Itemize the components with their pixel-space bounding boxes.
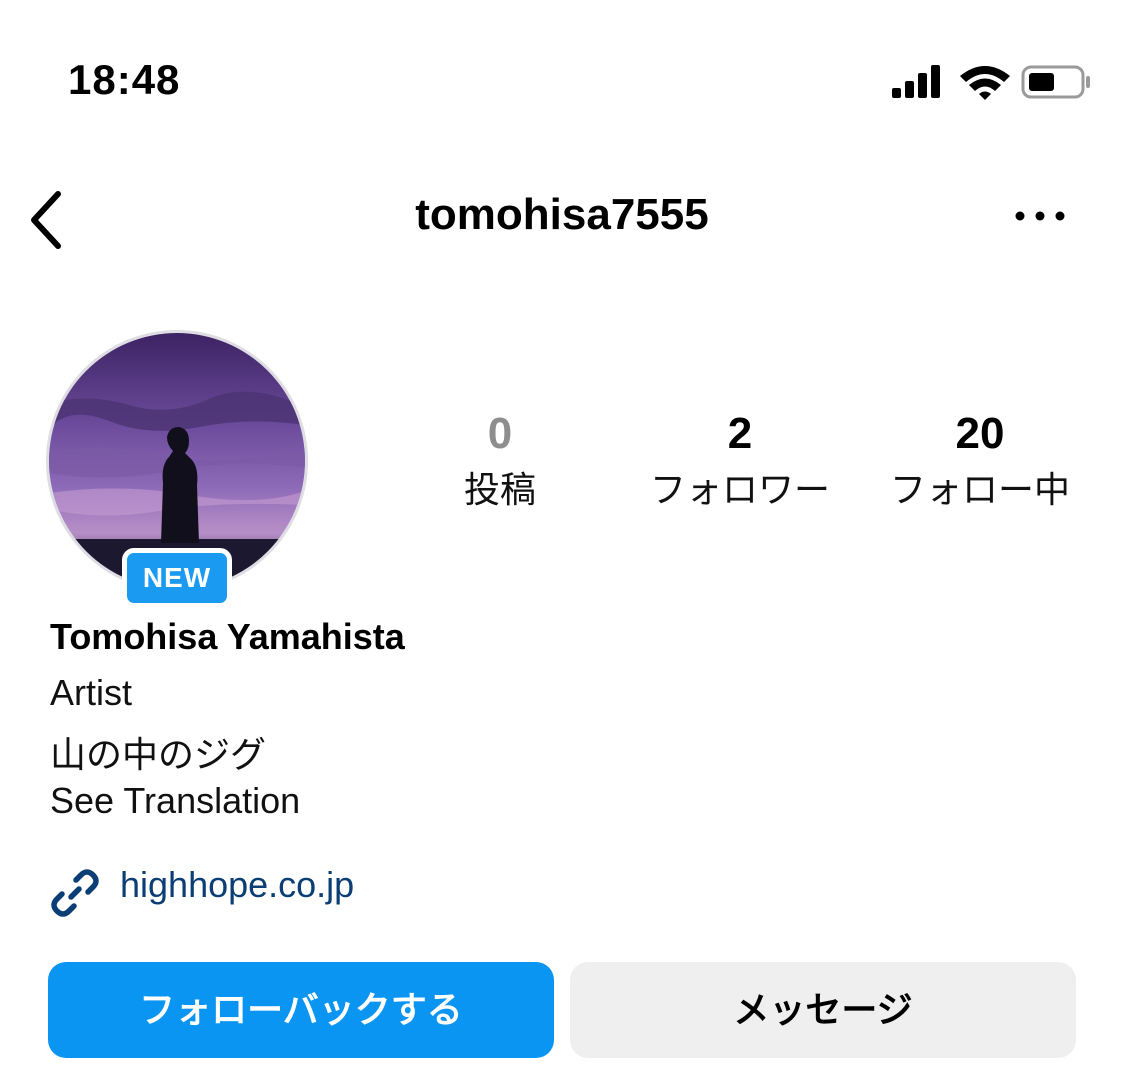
profile-bio: 山の中のジグ <box>50 734 267 775</box>
nav-bar: tomohisa7555 <box>0 170 1124 262</box>
profile-category: Artist <box>50 672 133 713</box>
profile-username: tomohisa7555 <box>415 190 709 239</box>
status-bar: 18:48 <box>0 0 1124 140</box>
following-count-label: フォロー中 <box>889 469 1070 510</box>
see-translation-link[interactable]: See Translation <box>50 780 300 822</box>
more-options-button[interactable] <box>1006 194 1076 238</box>
more-horizontal-icon <box>1015 211 1065 221</box>
wifi-icon <box>960 66 1010 100</box>
following-count-value: 20 <box>955 409 1005 458</box>
back-button[interactable] <box>18 178 78 254</box>
battery-icon <box>1021 65 1090 99</box>
posts-count[interactable]: 0 投稿 <box>380 408 620 516</box>
followers-count[interactable]: 2 フォロワー <box>620 408 860 516</box>
cellular-signal-icon <box>892 65 940 98</box>
profile-website-text: highhope.co.jp <box>120 864 355 905</box>
followers-count-label: フォロワー <box>649 469 830 510</box>
chevron-left-icon <box>31 191 61 249</box>
profile-name: Tomohisa Yamahista <box>50 616 405 657</box>
following-count[interactable]: 20 フォロー中 <box>860 408 1100 516</box>
follow-back-button[interactable]: フォローバックする <box>48 962 554 1058</box>
status-icons <box>892 65 1090 100</box>
new-badge: NEW <box>122 548 232 608</box>
message-button[interactable]: メッセージ <box>570 962 1076 1058</box>
status-time: 18:48 <box>68 56 181 103</box>
posts-count-value: 0 <box>487 409 513 458</box>
posts-count-label: 投稿 <box>463 469 536 510</box>
link-icon <box>51 869 99 917</box>
followers-count-value: 2 <box>727 409 753 458</box>
profile-website-link[interactable]: highhope.co.jp <box>46 858 466 918</box>
